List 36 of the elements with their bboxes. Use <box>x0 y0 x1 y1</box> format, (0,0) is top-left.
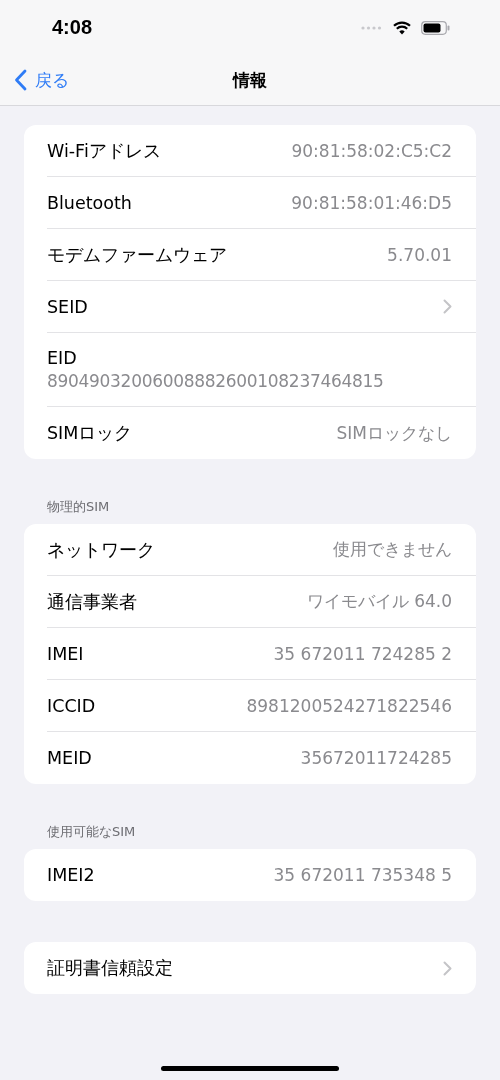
nav-title: 情報 <box>233 68 267 92</box>
row-value: 90:81:58:02:C5:C2 <box>291 140 452 161</box>
no-signal-icon <box>361 25 383 30</box>
row-value: 使用できません <box>333 538 452 561</box>
row-value: 35 672011 724285 2 <box>273 643 452 664</box>
status-time: 4:08 <box>52 16 93 39</box>
section-header: 使用可能なSIM <box>46 823 137 841</box>
row-value: 35672011724285 <box>300 748 452 768</box>
row-label: Wi-Fiアドレス <box>47 139 161 163</box>
row-label: モデムファームウェア <box>47 243 227 267</box>
section-header: 物理的SIM <box>46 498 111 516</box>
row-label: EID <box>47 348 77 368</box>
row-label: IMEI <box>47 643 84 664</box>
wifi-icon <box>393 20 411 35</box>
back-button[interactable]: 戻る <box>0 68 69 92</box>
chevron-right-icon[interactable] <box>443 960 452 976</box>
row-value: 8981200524271822546 <box>246 695 452 716</box>
row-link[interactable]: 証明書信頼設定 <box>47 956 173 980</box>
row-label: Bluetooth <box>47 192 132 213</box>
row-label: MEID <box>47 748 92 768</box>
row-value: 5.70.01 <box>387 244 452 265</box>
battery-icon <box>421 20 450 35</box>
row-value: SIMロックなし <box>336 421 452 445</box>
row-value: 35 672011 735348 5 <box>273 865 452 885</box>
row-link[interactable]: SEID <box>47 296 88 317</box>
chevron-left-icon <box>14 69 27 91</box>
row-value: 90:81:58:01:46:D5 <box>291 192 452 213</box>
row-label: SIMロック <box>47 422 133 445</box>
row-label: 通信事業者 <box>47 590 137 614</box>
row-label: IMEI2 <box>47 865 95 885</box>
row-value: ワイモバイル 64.0 <box>306 590 452 613</box>
home-indicator[interactable] <box>161 1066 339 1071</box>
chevron-right-icon[interactable] <box>443 299 452 314</box>
row-label: ICCID <box>47 695 96 716</box>
row-value: 89049032006008882600108237464815 <box>47 371 384 391</box>
row-label: ネットワーク <box>47 538 155 562</box>
